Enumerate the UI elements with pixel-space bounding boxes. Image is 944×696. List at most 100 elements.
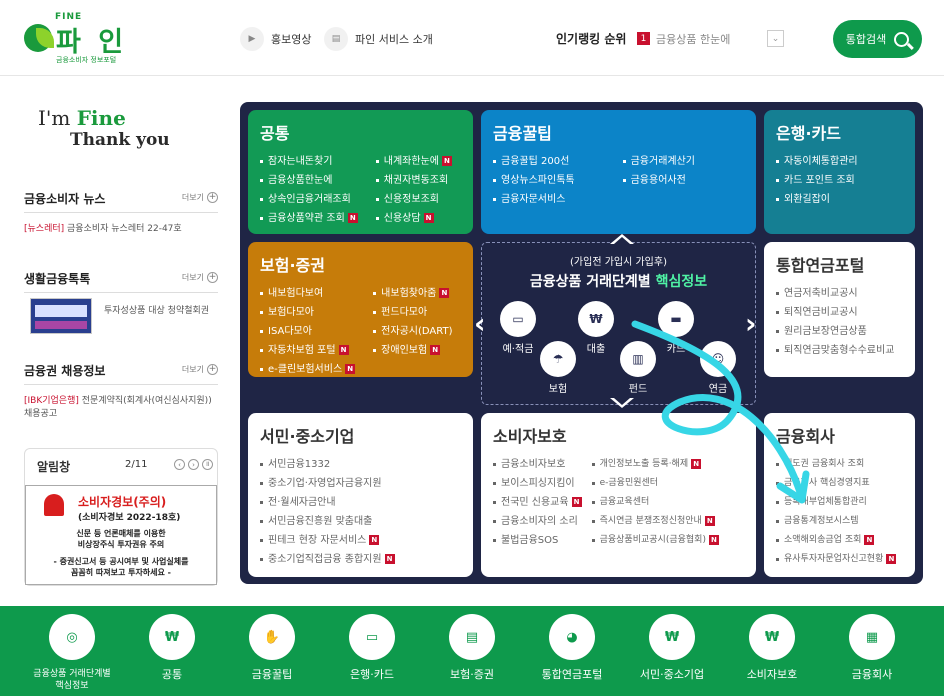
card-finance-tips[interactable]: 금융꿀팁 금융꿀팁 200선 영상뉴스파인톡톡 금융자문서비스 금융거래계산기 … (481, 110, 756, 234)
card-link[interactable]: 연금저축비교공시 (776, 284, 903, 303)
card-link[interactable]: 펀드다모아 (373, 303, 452, 322)
card-link[interactable]: 원리금보장연금상품 (776, 322, 903, 341)
card-link[interactable]: 금융상품약관 조회 N (260, 209, 358, 228)
next-icon[interactable]: › (188, 459, 199, 470)
card-common[interactable]: 공통 잠자는내돈찾기 금융상품한눈에 상속인금융거래조회 금융상품약관 조회 N … (248, 110, 473, 234)
footer-core-info[interactable]: ◎ 금융상품 거래단계별 핵심정보 (17, 614, 127, 692)
card-link[interactable]: e-금융민원센터 (591, 474, 719, 493)
card-pension-portal[interactable]: 통합연금포털 연금저축비교공시 퇴직연금비교공시 원리금보장연금상품 퇴직연금맞… (764, 242, 915, 377)
chevron-down-icon[interactable]: ⌄ (767, 30, 784, 47)
core-item-loan[interactable]: ₩ 대출 (578, 301, 614, 355)
news-more-link[interactable]: 더보기 + (182, 192, 218, 203)
jobs-item[interactable]: [IBK기업은행] 전문계약직(회계사(여신심사지원)) 채용공고 (24, 395, 218, 421)
card-insurance-securities[interactable]: 보험·증권 내보험다보여 보험다모아 ISA다모아 자동차보험 포털 N e-클린… (248, 242, 473, 377)
card-link[interactable]: 불법금융SOS (493, 531, 582, 550)
jobs-more-link[interactable]: 더보기 + (182, 364, 218, 375)
card-link[interactable]: 신용상담 N (375, 209, 452, 228)
card-link[interactable]: 개인정보노출 등록·해제 N (591, 455, 719, 474)
card-link[interactable]: 보험다모아 (260, 303, 355, 322)
news-item[interactable]: [뉴스레터] 금융소비자 뉴스레터 22-47호 (24, 223, 218, 236)
footer-consumer[interactable]: ₩ 소비자보호 (717, 614, 827, 681)
core-item-insurance[interactable]: ☂ 보험 (540, 341, 576, 395)
card-bank-card[interactable]: 은행·카드 자동이체통합관리 카드 포인트 조회 외환길잡이 (764, 110, 915, 234)
life-finance-title: 생활금융톡톡 (24, 272, 91, 286)
card-link[interactable]: 소액해외송금업 조회 N (776, 531, 903, 550)
card-link[interactable]: 중소기업직접금융 종합지원 N (260, 550, 461, 569)
card-link[interactable]: 금융상품비교공시(금융협회) N (591, 531, 719, 550)
service-intro-link[interactable]: ▤ 파인 서비스 소개 (324, 26, 433, 52)
card-link[interactable]: e-클린보험서비스 N (260, 360, 356, 379)
card-link[interactable]: 장애인보험 N (373, 341, 452, 360)
new-badge: N (423, 213, 434, 223)
life-finance-text[interactable]: 투자성상품 대상 청약철회권 (104, 305, 218, 318)
card-link[interactable]: 금융소비자의 소리 (493, 512, 582, 531)
card-link[interactable]: 자동차보험 포털 N (260, 341, 355, 360)
core-item-deposit[interactable]: ▭ 예·적금 (500, 301, 536, 355)
fine-logo[interactable]: FINE 파 인 금융소비자 정보포털 (22, 12, 132, 68)
card-link[interactable]: 금융자문서비스 (493, 190, 575, 209)
life-more-link[interactable]: 더보기 + (182, 272, 218, 283)
card-link[interactable]: 유사투자자문업자신고현황 N (776, 550, 903, 569)
footer-tips[interactable]: ✋ 금융꿀팁 (217, 614, 327, 681)
card-link[interactable]: 내보험다보여 (260, 284, 355, 303)
card-link[interactable]: 내보험찾아줌 N (373, 284, 452, 303)
card-link[interactable]: 전국민 신용교육 N (493, 493, 582, 512)
pause-icon[interactable]: ॥ (202, 459, 213, 470)
life-finance-thumbnail[interactable] (30, 298, 92, 334)
card-link[interactable]: ISA다모아 (260, 322, 355, 341)
core-info-box[interactable]: (가입전 가입시 가입후) 금융상품 거래단계별 핵심정보 ▭ 예·적금 ₩ 대출 … (481, 242, 756, 405)
chevron-up-icon[interactable] (610, 234, 634, 244)
promo-video-link[interactable]: ▶ 홍보영상 (240, 26, 311, 52)
chevron-left-icon[interactable]: ‹ (474, 307, 486, 340)
card-link[interactable]: 퇴직연금비교공시 (776, 303, 903, 322)
card-financial-company[interactable]: 금융회사 제도권 금융회사 조회 금융회사 핵심경영지표 등록대부업체통합관리 … (764, 413, 915, 577)
card-link[interactable]: 서민금융1332 (260, 455, 461, 474)
card-link[interactable]: 신용정보조회 (375, 190, 452, 209)
chevron-down-icon[interactable] (610, 398, 634, 408)
card-smb[interactable]: 서민·중소기업 서민금융1332 중소기업·자영업자금융지원 전·월세자금안내 … (248, 413, 473, 577)
card-link[interactable]: 금융회사 핵심경영지표 (776, 474, 903, 493)
card-insure-title: 보험·증권 (260, 256, 325, 275)
card-link[interactable]: 즉시연금 분쟁조정신청안내 N (591, 512, 719, 531)
integrated-search-button[interactable]: 통합검색 (833, 20, 922, 58)
card-link[interactable]: 내계좌한눈에 N (375, 152, 452, 171)
card-link[interactable]: 금융거래계산기 (622, 152, 695, 171)
card-link[interactable]: 퇴직연금맞춤형수수료비교 (776, 341, 903, 360)
card-link[interactable]: 자동이체통합관리 (776, 152, 903, 171)
card-link[interactable]: 등록대부업체통합관리 (776, 493, 903, 512)
card-link[interactable]: 금융통계정보시스템 (776, 512, 903, 531)
card-link[interactable]: 금융상품한눈에 (260, 171, 358, 190)
card-link[interactable]: 금융교육센터 (591, 493, 719, 512)
card-link[interactable]: 금융소비자보호 (493, 455, 582, 474)
footer-company[interactable]: ▦ 금융회사 (817, 614, 927, 681)
prev-icon[interactable]: ‹ (174, 459, 185, 470)
card-link[interactable]: 채권자변동조회 (375, 171, 452, 190)
card-link[interactable]: 보이스피싱지킴이 (493, 474, 582, 493)
core-item-card[interactable]: ▬ 카드 (658, 301, 694, 355)
core-item-fund[interactable]: ▥ 펀드 (620, 341, 656, 395)
card-link[interactable]: 핀테크 현장 자문서비스 N (260, 531, 461, 550)
footer-smb[interactable]: ₩ 서민·중소기업 (617, 614, 727, 681)
card-link[interactable]: 전자공시(DART) (373, 322, 452, 341)
card-consumer-protection[interactable]: 소비자보호 금융소비자보호 보이스피싱지킴이 전국민 신용교육 N 금융소비자의 … (481, 413, 756, 577)
ranking-item[interactable]: 금융상품 한눈에 (656, 31, 730, 47)
card-link[interactable]: 금융꿀팁 200선 (493, 152, 575, 171)
card-link[interactable]: 중소기업·자영업자금융지원 (260, 474, 461, 493)
card-link[interactable]: 잠자는내돈찾기 (260, 152, 358, 171)
consumer-alert-banner[interactable]: 소비자경보(주의) (소비자경보 2022-18호) 신문 등 언론매체를 이용… (25, 485, 217, 585)
card-link[interactable]: 금융용어사전 (622, 171, 695, 190)
footer-bank-card[interactable]: ▭ 은행·카드 (317, 614, 427, 681)
new-badge: N (441, 156, 452, 166)
chevron-right-icon[interactable]: › (745, 307, 757, 340)
card-link[interactable]: 서민금융진흥원 맞춤대출 (260, 512, 461, 531)
footer-pension[interactable]: ◕ 통합연금포털 (517, 614, 627, 681)
card-link[interactable]: 전·월세자금안내 (260, 493, 461, 512)
card-link[interactable]: 상속인금융거래조회 (260, 190, 358, 209)
card-link[interactable]: 영상뉴스파인톡톡 (493, 171, 575, 190)
card-link[interactable]: 외환길잡이 (776, 190, 903, 209)
card-link[interactable]: 제도권 금융회사 조회 (776, 455, 903, 474)
core-item-pension[interactable]: ☺ 연금 (700, 341, 736, 395)
card-link[interactable]: 카드 포인트 조회 (776, 171, 903, 190)
footer-common[interactable]: ₩ 공통 (117, 614, 227, 681)
footer-insurance[interactable]: ▤ 보험·증권 (417, 614, 527, 681)
